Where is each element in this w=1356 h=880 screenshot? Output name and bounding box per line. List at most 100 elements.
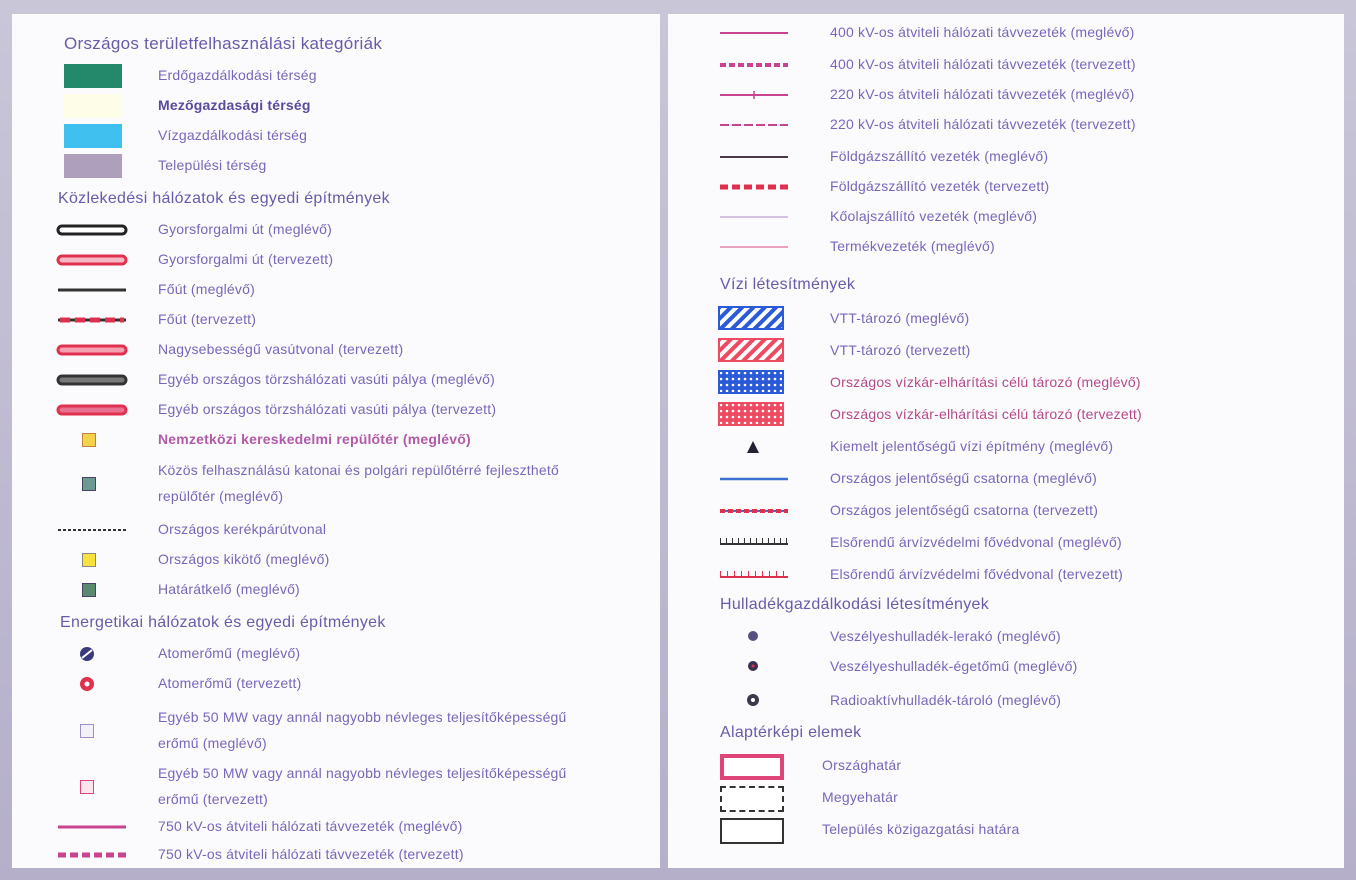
levee-existing-icon [720,538,788,545]
legend-item-municipal-border: Település közigazgatási határa [668,816,1344,844]
legend-label: VTT-tározó (meglévő) [830,310,970,326]
levee-planned-icon [720,571,788,578]
legend-item-border-crossing: Határátkelő (meglévő) [12,577,660,603]
legend-label: Erdőgazdálkodási térség [158,67,317,83]
legend-label: Megyehatár [822,789,898,805]
legend-item-220kv-planned: 220 kV-os átviteli hálózati távvezeték (… [668,112,1344,138]
canal-existing-icon [720,477,788,481]
750kv-line-existing-icon [58,825,126,829]
flood-reservoir-planned-icon [718,402,784,426]
hazardous-landfill-icon [748,631,758,641]
military-airport-icon [82,477,96,491]
legend-label: Mezőgazdasági térség [158,97,311,113]
bike-route-icon [58,529,126,531]
legend-item-750kv-existing: 750 kV-os átviteli hálózati távvezeték (… [12,814,660,840]
legend-label: Radioaktívhulladék-tároló (meglévő) [830,692,1062,708]
legend-label: 400 kV-os átviteli hálózati távvezeték (… [830,56,1136,72]
legend-item-settlement: Települési térség [12,152,660,178]
country-border-icon [720,754,784,780]
legend-item-levee-existing: Elsőrendű árvízvédelmi fővédvonal (meglé… [668,530,1344,556]
legend-label: Főút (meglévő) [158,281,255,297]
legend-label: Atomerőmű (meglévő) [158,645,301,661]
legend-item-vtt-planned: VTT-tározó (tervezett) [668,338,1344,364]
legend-item-oil-existing: Kőolajszállító vezeték (meglévő) [668,204,1344,230]
vtt-reservoir-planned-icon [718,338,784,362]
hazardous-incinerator-icon [748,661,758,671]
legend-item-rail-existing: Egyéb országos törzshálózati vasúti pály… [12,367,660,393]
legend-label: Országhatár [822,757,902,773]
legend-item-port: Országos kikötő (meglévő) [12,547,660,573]
legend-label: Települési térség [158,157,267,173]
legend-label: Egyéb 50 MW vagy annál nagyobb névleges … [158,709,567,751]
waste-heading: Hulladékgazdálkodási létesítmények [720,596,990,613]
legend-panel-left: Országos területfelhasználási kategóriák… [12,14,660,868]
legend-label: Termékvezeték (meglévő) [830,238,995,254]
legend-item-400kv-existing: 400 kV-os átviteli hálózati távvezeték (… [668,20,1344,46]
legend-label: 750 kV-os átviteli hálózati távvezeték (… [158,818,463,834]
legend-item-mainroad-existing: Főút (meglévő) [12,277,660,303]
forest-swatch-icon [64,64,122,88]
border-crossing-icon [82,583,96,597]
county-border-icon [720,786,784,812]
canal-planned-icon [720,509,788,513]
legend-label: Veszélyeshulladék-lerakó (meglévő) [830,628,1061,644]
legend-label: 400 kV-os átviteli hálózati távvezeték (… [830,24,1135,40]
legend-label: Nemzetközi kereskedelmi repülőtér (meglé… [158,431,471,447]
main-road-existing-icon [58,288,126,292]
legend-label: Nagysebességű vasútvonal (tervezett) [158,341,404,357]
legend-label: 750 kV-os átviteli hálózati távvezeték (… [158,846,464,862]
legend-label: Egyéb 50 MW vagy annál nagyobb névleges … [158,765,567,807]
legend-item-220kv-existing: 220 kV-os átviteli hálózati távvezeték (… [668,82,1344,108]
main-road-planned-icon [58,317,126,323]
legend-item-water: Vízgazdálkodási térség [12,122,660,148]
legend-item-hazardous-incinerator: Veszélyeshulladék-égetőmű (meglévő) [668,654,1344,680]
product-pipeline-icon [720,246,788,248]
legend-item-rail-planned: Egyéb országos törzshálózati vasúti pály… [12,397,660,423]
transport-heading: Közlekedési hálózatok és egyedi építmény… [58,190,390,207]
nuclear-plant-existing-icon [80,647,94,661]
legend-label: 220 kV-os átviteli hálózati távvezeték (… [830,116,1136,132]
legend-label: Országos jelentőségű csatorna (meglévő) [830,470,1097,486]
legend-label: 220 kV-os átviteli hálózati távvezeték (… [830,86,1135,102]
energy-heading: Energetikai hálózatok és egyedi építmény… [60,614,386,631]
legend-label: Egyéb országos törzshálózati vasúti pály… [158,371,496,387]
legend-label: Földgázszállító vezeték (meglévő) [830,148,1049,164]
legend-label: Főút (tervezett) [158,311,257,327]
legend-item-powerplant-existing: Egyéb 50 MW vagy annál nagyobb névleges … [12,704,660,756]
legend-label: VTT-tározó (tervezett) [830,342,971,358]
legend-label: Országos jelentőségű csatorna (tervezett… [830,502,1099,518]
legend-item-agri: Mezőgazdasági térség [12,92,660,118]
legend-item-gas-planned: Földgázszállító vezeték (tervezett) [668,174,1344,200]
legend-item-flood-res-planned: Országos vízkár-elhárítási célú tározó (… [668,402,1344,428]
oil-pipeline-existing-icon [720,216,788,218]
legend-label: Határátkelő (meglévő) [158,581,300,597]
rail-planned-icon [56,404,128,416]
legend-item-nuclear-planned: Atomerőmű (tervezett) [12,671,660,697]
legend-item-intl-airport: Nemzetközi kereskedelmi repülőtér (meglé… [12,427,660,453]
municipal-border-icon [720,818,784,844]
port-icon [82,553,96,567]
legend-item-forest: Erdőgazdálkodási térség [12,62,660,88]
legend-label: Elsőrendű árvízvédelmi fővédvonal (terve… [830,566,1124,582]
legend-label: Gyorsforgalmi út (meglévő) [158,221,333,237]
legend-item-mainroad-planned: Főút (tervezett) [12,307,660,333]
legend-item-canal-existing: Országos jelentőségű csatorna (meglévő) [668,466,1344,492]
legend-label: Földgázszállító vezeték (tervezett) [830,178,1050,194]
legend-item-water-structure: Kiemelt jelentőségű vízi építmény (meglé… [668,434,1344,460]
legend-item-400kv-planned: 400 kV-os átviteli hálózati távvezeték (… [668,52,1344,78]
legend-item-750kv-planned: 750 kV-os átviteli hálózati távvezeték (… [12,842,660,868]
high-speed-rail-icon [56,344,128,356]
legend-label: Atomerőmű (tervezett) [158,675,302,691]
settlement-swatch-icon [64,154,122,178]
legend-item-canal-planned: Országos jelentőségű csatorna (tervezett… [668,498,1344,524]
legend-label: Veszélyeshulladék-égetőmű (meglévő) [830,658,1078,674]
400kv-line-planned-icon [720,63,788,67]
legend-item-joint-airport: Közös felhasználású katonai és polgári r… [12,457,660,509]
legend-item-gas-existing: Földgázszállító vezeték (meglévő) [668,144,1344,170]
legend-item-powerplant-planned: Egyéb 50 MW vagy annál nagyobb névleges … [12,760,660,812]
220kv-line-existing-icon [720,91,788,99]
land-use-heading: Országos területfelhasználási kategóriák [64,34,383,53]
legend-item-motorway-existing: Gyorsforgalmi út (meglévő) [12,217,660,243]
water-swatch-icon [64,124,122,148]
legend-item-county-border: Megyehatár [668,784,1344,812]
